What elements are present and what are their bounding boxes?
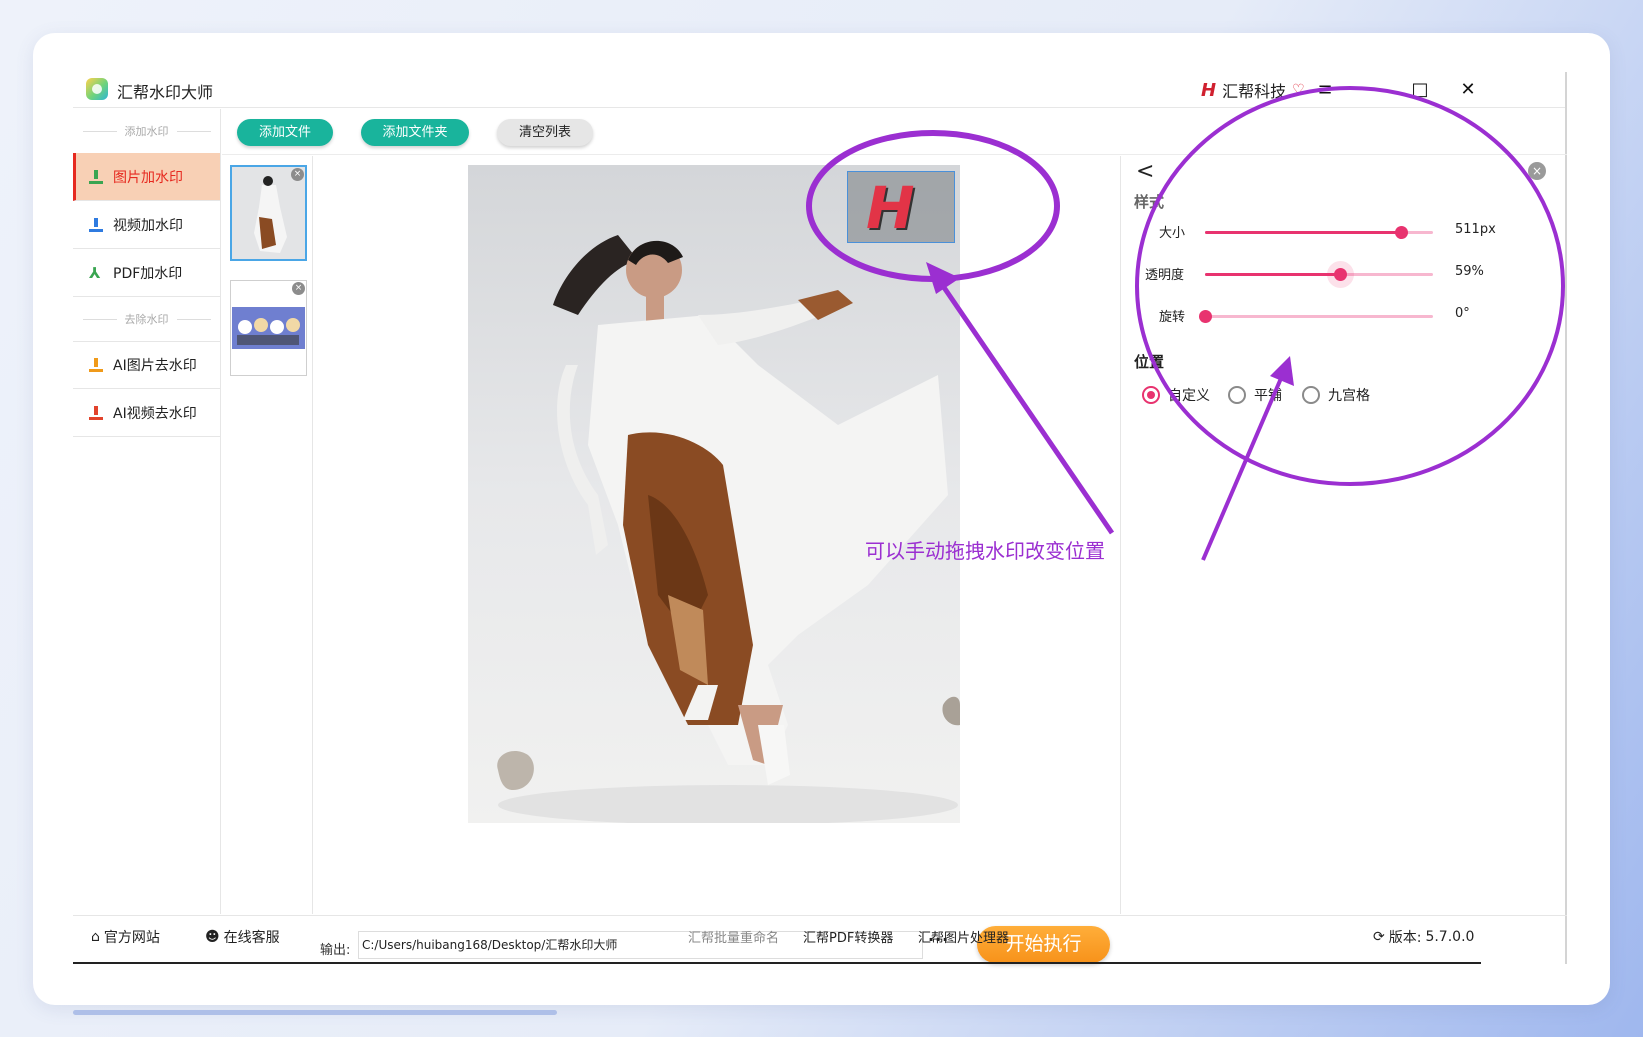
upload-icon	[89, 217, 103, 232]
size-slider[interactable]	[1205, 226, 1433, 239]
taskbar-indicator	[73, 1010, 557, 1015]
radio-label: 九宫格	[1328, 388, 1370, 404]
radio-empty-icon	[1302, 386, 1320, 404]
radio-label: 自定义	[1168, 388, 1210, 404]
brand-name: 汇帮科技	[1222, 82, 1287, 101]
status-divider	[73, 962, 1481, 964]
watermark-box[interactable]: H	[847, 171, 955, 243]
sidebar-item-pdf-watermark[interactable]: ⅄ PDF加水印	[73, 249, 220, 297]
brand-logo-icon: H	[1201, 79, 1217, 101]
sidebar-item-label: 图片加水印	[113, 169, 183, 186]
thumbnail-image	[231, 281, 306, 375]
rename-tool-link[interactable]: 汇帮批量重命名	[688, 927, 779, 946]
position-section-title: 位置	[1134, 353, 1165, 371]
sidebar-item-label: 视频加水印	[113, 217, 183, 234]
close-button[interactable]: ✕	[1448, 76, 1488, 104]
version-value: 5.7.0.0	[1425, 929, 1475, 945]
radio-label: 平铺	[1254, 388, 1282, 404]
brand[interactable]: H 汇帮科技 ♡	[1201, 78, 1305, 102]
version-label: 版本:	[1388, 930, 1422, 946]
app-title: 汇帮水印大师	[117, 83, 214, 102]
section-add-watermark: 添加水印	[73, 109, 220, 153]
back-chevron-icon[interactable]: <	[1136, 159, 1154, 184]
section-remove-watermark: 去除水印	[73, 297, 220, 341]
add-file-button[interactable]: 添加文件	[237, 119, 333, 146]
sidebar: 添加水印 图片加水印 视频加水印 ⅄ PDF加水印 去除水印 AI图片去水印 A…	[73, 109, 221, 914]
heart-icon: ♡	[1292, 82, 1305, 98]
maximize-button[interactable]: □	[1400, 76, 1440, 104]
home-icon: ⌂	[91, 929, 100, 945]
radio-grid[interactable]: 九宫格	[1302, 385, 1370, 405]
sidebar-item-label: AI图片去水印	[113, 358, 197, 374]
version-info: ⟳ 版本: 5.7.0.0	[1373, 927, 1474, 947]
app-window: 汇帮水印大师 H 汇帮科技 ♡ ≡ — □ ✕ 添加水印 图片加水印 视频加水印…	[73, 72, 1567, 964]
size-value: 511px	[1455, 222, 1496, 237]
model-photo	[497, 235, 960, 823]
rotation-slider[interactable]	[1199, 310, 1433, 323]
toolbar: 添加文件 添加文件夹 清空列表	[222, 109, 1567, 155]
official-website-label: 官方网站	[103, 930, 160, 946]
radio-selected-icon	[1142, 386, 1160, 404]
sidebar-item-ai-image-remove[interactable]: AI图片去水印	[73, 341, 220, 389]
image-processor-link[interactable]: 汇帮图片处理器	[918, 927, 1009, 946]
sidebar-item-ai-video-remove[interactable]: AI视频去水印	[73, 389, 220, 437]
preview-image: H	[468, 165, 960, 823]
settings-panel: < × 样式 大小 511px 透明度 59% 旋转 0° 位置 自定义 平铺 …	[1122, 156, 1567, 914]
official-website-link[interactable]: ⌂ 官方网站	[91, 927, 160, 947]
file-thumbnail[interactable]: ×	[230, 165, 307, 261]
sidebar-item-label: AI视频去水印	[113, 405, 197, 422]
refresh-icon[interactable]: ⟳	[1373, 929, 1385, 945]
sidebar-item-image-watermark[interactable]: 图片加水印	[73, 153, 220, 201]
style-section-title: 样式	[1134, 193, 1165, 211]
opacity-slider[interactable]	[1205, 268, 1433, 281]
sidebar-item-video-watermark[interactable]: 视频加水印	[73, 201, 220, 249]
headset-icon: ☻	[205, 929, 220, 945]
radio-empty-icon	[1228, 386, 1246, 404]
opacity-label: 透明度	[1145, 268, 1185, 283]
thumbnail-image	[232, 167, 305, 259]
remove-file-icon[interactable]: ×	[292, 282, 305, 295]
annotation-text: 可以手动拖拽水印改变位置	[865, 539, 1105, 563]
app-logo-icon	[86, 78, 108, 100]
size-label: 大小	[1159, 226, 1186, 241]
rotation-label: 旋转	[1159, 310, 1186, 325]
opacity-value: 59%	[1455, 264, 1484, 279]
watermark-logo-icon: H	[866, 174, 915, 242]
status-bar: ⌂ 官方网站 ☻ 在线客服 汇帮批量重命名 汇帮PDF转换器 汇帮图片处理器 ⟳…	[73, 915, 1567, 964]
radio-tile[interactable]: 平铺	[1228, 385, 1282, 405]
upload-icon	[89, 405, 103, 420]
file-list: × ×	[222, 156, 313, 914]
online-support-link[interactable]: ☻ 在线客服	[205, 927, 280, 947]
add-folder-button[interactable]: 添加文件夹	[361, 119, 469, 146]
close-panel-icon[interactable]: ×	[1528, 162, 1546, 180]
radio-custom[interactable]: 自定义	[1142, 385, 1210, 405]
file-thumbnail[interactable]: ×	[230, 280, 307, 376]
remove-file-icon[interactable]: ×	[291, 168, 304, 181]
pdf-icon: ⅄	[89, 263, 101, 282]
online-support-label: 在线客服	[223, 930, 280, 946]
minimize-button[interactable]: —	[1353, 76, 1393, 104]
upload-icon	[89, 169, 103, 184]
pdf-converter-link[interactable]: 汇帮PDF转换器	[803, 927, 893, 946]
rotation-value: 0°	[1455, 306, 1470, 321]
title-bar: 汇帮水印大师 H 汇帮科技 ♡ ≡ — □ ✕	[73, 72, 1565, 108]
menu-button[interactable]: ≡	[1305, 76, 1345, 104]
upload-icon	[89, 358, 103, 372]
clear-list-button[interactable]: 清空列表	[497, 119, 593, 146]
sidebar-item-label: PDF加水印	[113, 265, 183, 282]
